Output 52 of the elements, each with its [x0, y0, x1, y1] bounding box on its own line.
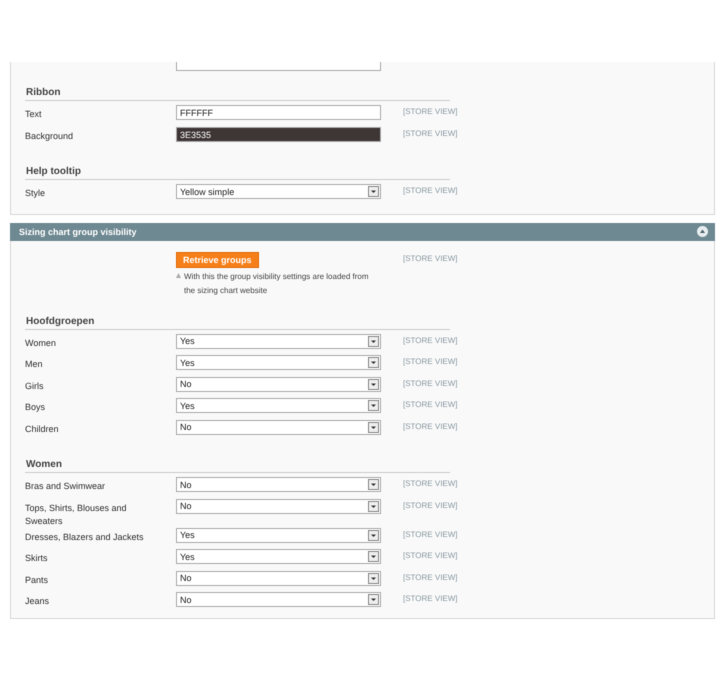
scope-label: [STORE VIEW]: [403, 334, 459, 344]
field-label: Tops, Shirts, Blouses and Sweaters: [25, 502, 128, 528]
field-label: Bras and Swimwear: [25, 480, 106, 493]
scope-label: [STORE VIEW]: [403, 378, 459, 388]
group-heading: Help tooltip: [25, 166, 450, 180]
field-label: Style: [25, 187, 46, 200]
scope-label: [STORE VIEW]: [403, 550, 459, 560]
field-label: Jeans: [25, 595, 50, 608]
help-note: With this the group visibility settings are loaded from the sizing chart website: [184, 270, 370, 297]
section-header[interactable]: Sizing chart group visibility: [10, 222, 715, 240]
scope-label: [STORE VIEW]: [403, 128, 459, 138]
collapse-icon[interactable]: [697, 226, 708, 237]
field-label: Children: [25, 422, 60, 436]
scope-label: [STORE VIEW]: [403, 528, 459, 538]
scope-label: [STORE VIEW]: [403, 420, 459, 430]
field-label: Men: [25, 358, 44, 371]
field-label: Dresses, Blazers and Jackets: [25, 530, 145, 544]
select-field[interactable]: Yellow simple: [176, 184, 381, 199]
group-heading: Ribbon: [25, 87, 450, 101]
select-field[interactable]: Yes: [176, 528, 381, 542]
scope-label: [STORE VIEW]: [403, 593, 459, 603]
field-label: Boys: [25, 401, 46, 414]
group-heading: Women: [25, 459, 450, 473]
select-field[interactable]: Yes: [176, 355, 381, 370]
field-label: Pants: [25, 574, 50, 586]
select-field[interactable]: Yes: [176, 398, 381, 413]
field-label: Background: [25, 130, 74, 142]
scope-label: [STORE VIEW]: [403, 252, 459, 262]
field-label: Skirts: [25, 552, 48, 565]
field-label: Text: [25, 108, 43, 121]
scope-label: [STORE VIEW]: [403, 399, 459, 409]
select-field[interactable]: Yes: [176, 549, 381, 564]
scope-label: [STORE VIEW]: [403, 106, 459, 116]
triangle-icon: [176, 272, 181, 278]
text-field[interactable]: FFFFFF: [176, 105, 381, 120]
select-field[interactable]: No: [176, 570, 381, 586]
scope-label: [STORE VIEW]: [403, 572, 459, 582]
scope-label: [STORE VIEW]: [403, 500, 459, 510]
scope-label: [STORE VIEW]: [403, 185, 459, 195]
color-field[interactable]: 3E3535: [176, 126, 381, 142]
select-field[interactable]: Yes: [176, 334, 381, 348]
select-field[interactable]: No: [176, 477, 381, 492]
scope-label: [STORE VIEW]: [403, 478, 459, 488]
select-field[interactable]: No: [176, 420, 381, 434]
select-field[interactable]: No: [176, 592, 381, 607]
group-heading: Hoofdgroepen: [25, 316, 450, 330]
field-label: Women: [25, 336, 57, 350]
field-label: Girls: [25, 380, 44, 392]
select-field[interactable]: No: [176, 498, 381, 514]
select-field[interactable]: No: [176, 376, 381, 392]
input-field[interactable]: [176, 62, 381, 71]
scope-label: [STORE VIEW]: [403, 356, 459, 366]
